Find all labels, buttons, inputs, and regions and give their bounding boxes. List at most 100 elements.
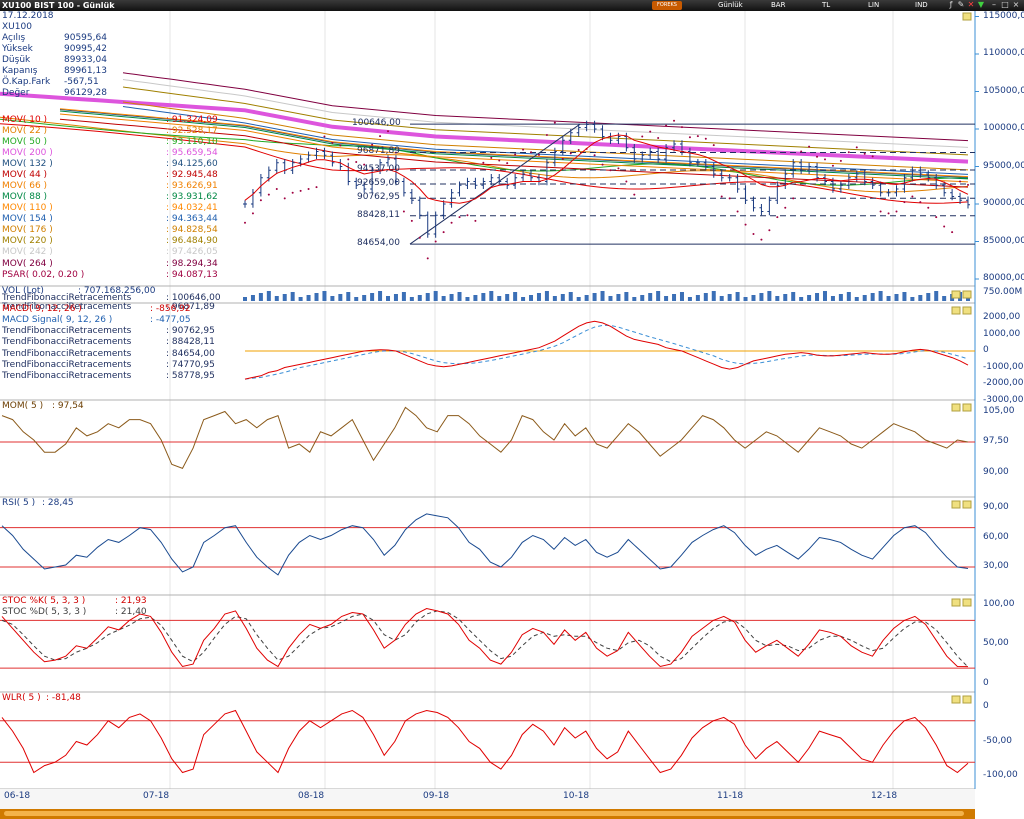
menu-chart-type[interactable]: BAR	[771, 0, 785, 11]
stoc-tick-label: 100,00	[983, 598, 1015, 609]
psar-dot	[283, 197, 286, 200]
panel-pin-icon	[951, 500, 961, 509]
volume-bar	[886, 296, 891, 301]
psar-dot	[434, 240, 437, 243]
psar-dot	[458, 216, 461, 219]
volume-bar	[449, 294, 454, 301]
panel-close-icon	[962, 500, 972, 509]
psar-dot	[855, 146, 858, 149]
menu-indicators[interactable]: IND	[915, 0, 928, 11]
info-row-value: -567,51	[64, 77, 99, 87]
psar-dot	[823, 158, 826, 161]
horizontal-scrollbar[interactable]	[0, 809, 975, 819]
formula-icon[interactable]: ƒ	[947, 1, 955, 9]
volume-bar	[902, 292, 907, 301]
volume-bar	[822, 291, 827, 301]
volume-bar	[473, 295, 478, 301]
panel-pin-icon	[951, 598, 961, 607]
psar-dot	[577, 149, 580, 151]
volume-bar	[799, 297, 804, 301]
volume-bar	[664, 296, 669, 301]
minimize-icon[interactable]: –	[990, 1, 998, 9]
psar-dot	[816, 155, 819, 158]
psar-dot	[641, 135, 644, 138]
price-tick-label: 90000,00	[983, 198, 1024, 208]
psar-dot	[355, 161, 358, 163]
stoc-d-label: STOC %D( 5, 3, 3 )	[2, 607, 87, 617]
volume-bar	[536, 293, 541, 301]
psar-dot	[315, 186, 318, 189]
indicator-value: : 95.659,54	[166, 148, 218, 158]
psar-dot	[680, 126, 683, 129]
volume-bar	[870, 293, 875, 301]
stoc-d-line	[1, 610, 969, 668]
wlr-tick-label: 0	[983, 701, 989, 711]
wlr-tick-label: -50,00	[983, 735, 1013, 746]
volume-bar	[338, 294, 343, 301]
indicator-label: MOV( 132 )	[2, 159, 53, 169]
menu-scale[interactable]: LIN	[868, 0, 879, 11]
stoc-tick-label: 50,00	[983, 638, 1009, 649]
wlr-tick-label: -100,00	[983, 770, 1018, 780]
volume-bar	[926, 293, 931, 301]
indicator-value: : 94.125,60	[166, 159, 218, 169]
stoc-d-value: : 21,40	[115, 607, 147, 617]
psar-dot	[410, 219, 413, 222]
psar-dot	[967, 183, 969, 186]
volume-bar	[648, 293, 653, 301]
chart-canvas[interactable]	[0, 11, 1024, 809]
volume-bar	[378, 291, 383, 301]
draw-icon[interactable]: ✎	[957, 1, 965, 9]
volume-bar	[521, 297, 526, 301]
indicator-label: MOV( 50 )	[2, 137, 48, 147]
indicator-label: TrendFibonacciRetracements	[2, 326, 132, 336]
info-row-value: 89961,13	[64, 66, 107, 76]
info-row-label: Düşük	[2, 55, 31, 65]
psar-dot	[331, 141, 334, 144]
psar-dot	[744, 223, 747, 226]
psar-dot	[633, 193, 636, 196]
psar-dot	[506, 162, 509, 165]
volume-bar	[727, 294, 732, 301]
volume-bar	[544, 291, 549, 301]
volume-bar	[846, 292, 851, 301]
volume-bar	[600, 291, 605, 301]
psar-dot	[959, 180, 962, 183]
psar-dot	[347, 158, 350, 161]
indicator-label: MOV( 200 )	[2, 148, 53, 158]
macd-signal-value: : -477,05	[150, 315, 191, 325]
volume-bar	[934, 291, 939, 301]
volume-bar	[290, 292, 295, 301]
indicator-label: TrendFibonacciRetracements	[2, 337, 132, 347]
rsi-tick-label: 60,00	[983, 531, 1009, 542]
scrollbar-thumb[interactable]	[4, 811, 964, 816]
download-icon[interactable]: ▼	[977, 1, 985, 9]
rsi-tick-label: 30,00	[983, 561, 1009, 571]
wlr-label: WLR( 5 )	[2, 693, 41, 703]
close-window-icon[interactable]: ×	[1012, 1, 1020, 9]
volume-bar	[481, 293, 486, 301]
indicator-value: : 91.324,09	[166, 115, 218, 125]
psar-dot	[649, 130, 652, 133]
menu-currency[interactable]: TL	[822, 0, 830, 11]
psar-dot	[625, 180, 628, 183]
info-symbol: XU100	[2, 22, 32, 32]
stoc-k-value: : 21,93	[115, 596, 147, 606]
indicator-value: : 84654,00	[166, 349, 215, 359]
volume-bar	[640, 295, 645, 301]
maximize-icon[interactable]: □	[1001, 1, 1009, 9]
psar-dot	[522, 148, 525, 151]
close-chart-icon[interactable]: ✕	[967, 1, 975, 9]
volume-bar	[838, 294, 843, 301]
vol-tick-label: 750.00M	[983, 287, 1023, 297]
time-axis-label: 08-18	[298, 791, 325, 801]
psar-dot	[259, 199, 262, 202]
volume-bar	[576, 297, 581, 301]
moving-average-line	[122, 79, 969, 148]
panel-pin-icon	[951, 290, 961, 299]
volume-bar	[362, 295, 367, 301]
mom-value: : 97,54	[52, 401, 84, 411]
fib-level-label: 94537,00	[357, 163, 400, 174]
menu-period[interactable]: Günlük	[718, 0, 743, 11]
indicator-label: MOV( 88 )	[2, 192, 48, 202]
